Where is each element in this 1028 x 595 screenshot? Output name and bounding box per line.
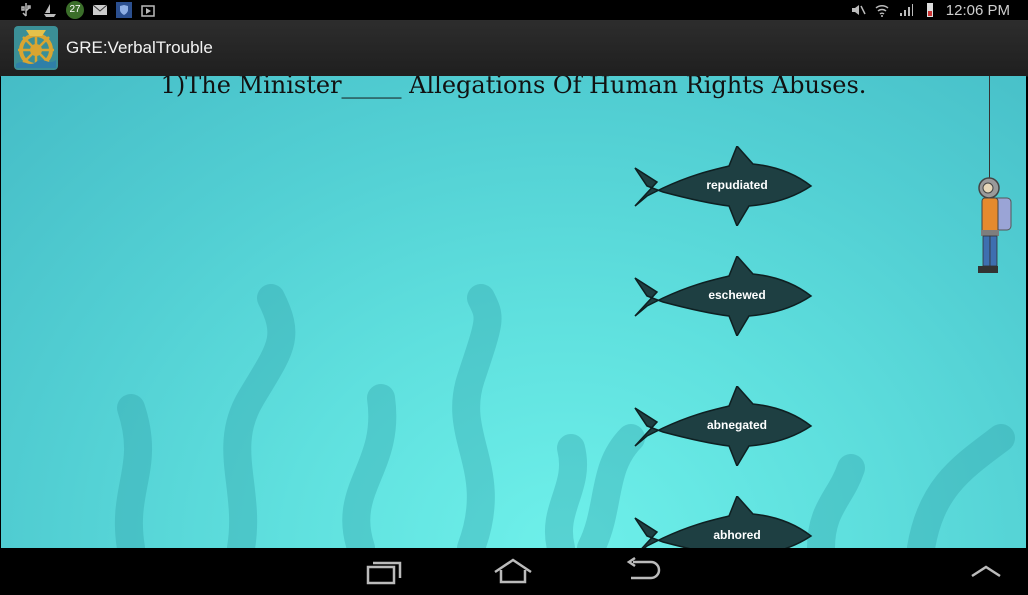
shield-icon [116, 2, 132, 18]
battery-icon [926, 3, 933, 17]
answer-fish-2[interactable]: eschewed [633, 256, 813, 336]
back-icon[interactable] [623, 556, 663, 586]
signal-icon [899, 4, 913, 16]
media-icon [141, 5, 155, 17]
recent-apps-icon[interactable] [364, 556, 404, 586]
status-icons-right: 12:06 PM [850, 0, 1010, 20]
answer-label: abnegated [706, 418, 767, 432]
clock: 12:06 PM [945, 1, 1010, 19]
seaweed-background [114, 284, 1015, 548]
answer-label: abhored [713, 528, 761, 542]
wifi-icon [875, 4, 889, 17]
question-text: 1)The Minister_____ Allegations Of Human… [160, 76, 867, 99]
status-icons-left: 27 [18, 1, 156, 19]
mute-icon [851, 5, 866, 15]
navigation-bar [0, 548, 1028, 595]
answer-label: repudiated [706, 178, 768, 192]
app-title: GRE:VerbalTrouble [66, 38, 213, 57]
app-logo-icon[interactable] [12, 24, 60, 72]
mail-icon [92, 4, 108, 15]
home-icon[interactable] [493, 556, 533, 586]
usb-icon [21, 3, 31, 17]
diver-icon [978, 177, 1012, 273]
sailboat-icon [44, 4, 56, 17]
answer-fish-3[interactable]: abnegated [633, 386, 813, 466]
answer-fish-1[interactable]: repudiated [633, 146, 813, 226]
action-bar: GRE:VerbalTrouble [0, 20, 1028, 77]
status-bar: 27 12:06 PM [0, 0, 1028, 20]
diver-rope [989, 76, 990, 180]
notification-badge: 27 [66, 1, 84, 19]
answer-label: eschewed [708, 288, 766, 302]
chevron-up-icon[interactable] [966, 556, 1006, 586]
game-area[interactable]: 1)The Minister_____ Allegations Of Human… [1, 76, 1026, 548]
answer-fish-4[interactable]: abhored [633, 496, 813, 548]
